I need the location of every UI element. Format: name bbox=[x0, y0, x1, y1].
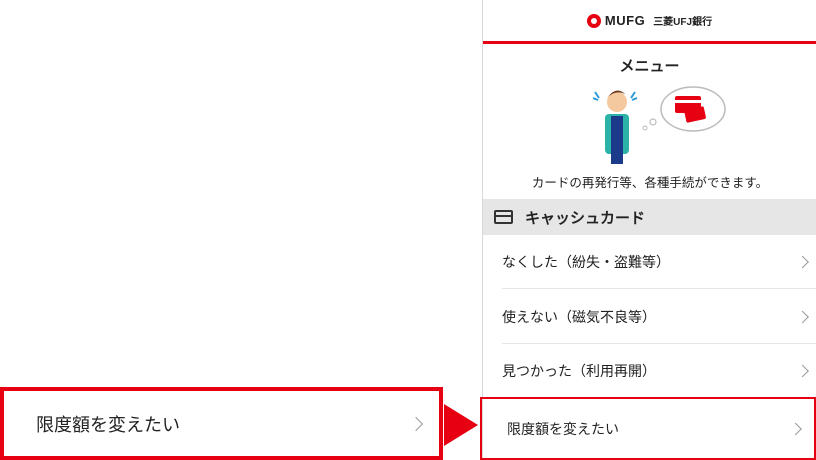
logo-bank-name: 三菱UFJ銀行 bbox=[653, 17, 713, 28]
chevron-right-icon bbox=[796, 255, 809, 268]
chevron-right-icon bbox=[789, 422, 802, 435]
section-label: キャッシュカード bbox=[525, 208, 646, 227]
menu-item-change-limit[interactable]: 限度額を変えたい bbox=[480, 397, 816, 460]
worried-man-illustration-icon bbox=[593, 86, 726, 164]
mobile-screen: MUFG 三菱UFJ銀行 メニュー カードの再発行等、各種手続ができます。 キャ… bbox=[482, 0, 816, 460]
menu-item-label: 見つかった（利用再開） bbox=[502, 363, 656, 380]
logo-brand-short: MUFG bbox=[604, 13, 646, 28]
section-header-cash-card: キャッシュカード bbox=[483, 199, 816, 235]
menu-item-label: 限度額を変えたい bbox=[507, 421, 619, 438]
menu-item-label: 使えない（磁気不良等） bbox=[502, 309, 656, 326]
menu-description: カードの再発行等、各種手続ができます。 bbox=[531, 175, 769, 190]
card-icon bbox=[494, 210, 513, 224]
chevron-right-icon bbox=[796, 364, 809, 377]
page-title: メニュー bbox=[619, 57, 680, 75]
callout-label: 限度額を変えたい bbox=[36, 414, 180, 436]
chevron-right-icon bbox=[796, 310, 809, 323]
menu-item-found[interactable]: 見つかった（利用再開） bbox=[502, 344, 816, 398]
callout-change-limit: 限度額を変えたい bbox=[0, 387, 443, 460]
menu-item-unusable[interactable]: 使えない（磁気不良等） bbox=[502, 290, 816, 344]
bank-logo[interactable]: MUFG 三菱UFJ銀行 bbox=[586, 13, 713, 28]
arrow-right-icon bbox=[444, 404, 478, 446]
app-header: MUFG 三菱UFJ銀行 bbox=[483, 0, 816, 44]
chevron-right-icon bbox=[408, 416, 424, 431]
menu-item-lost[interactable]: なくした（紛失・盗難等） bbox=[502, 235, 816, 289]
menu-item-label: なくした（紛失・盗難等） bbox=[502, 254, 670, 271]
mufg-logo-icon bbox=[586, 13, 601, 28]
